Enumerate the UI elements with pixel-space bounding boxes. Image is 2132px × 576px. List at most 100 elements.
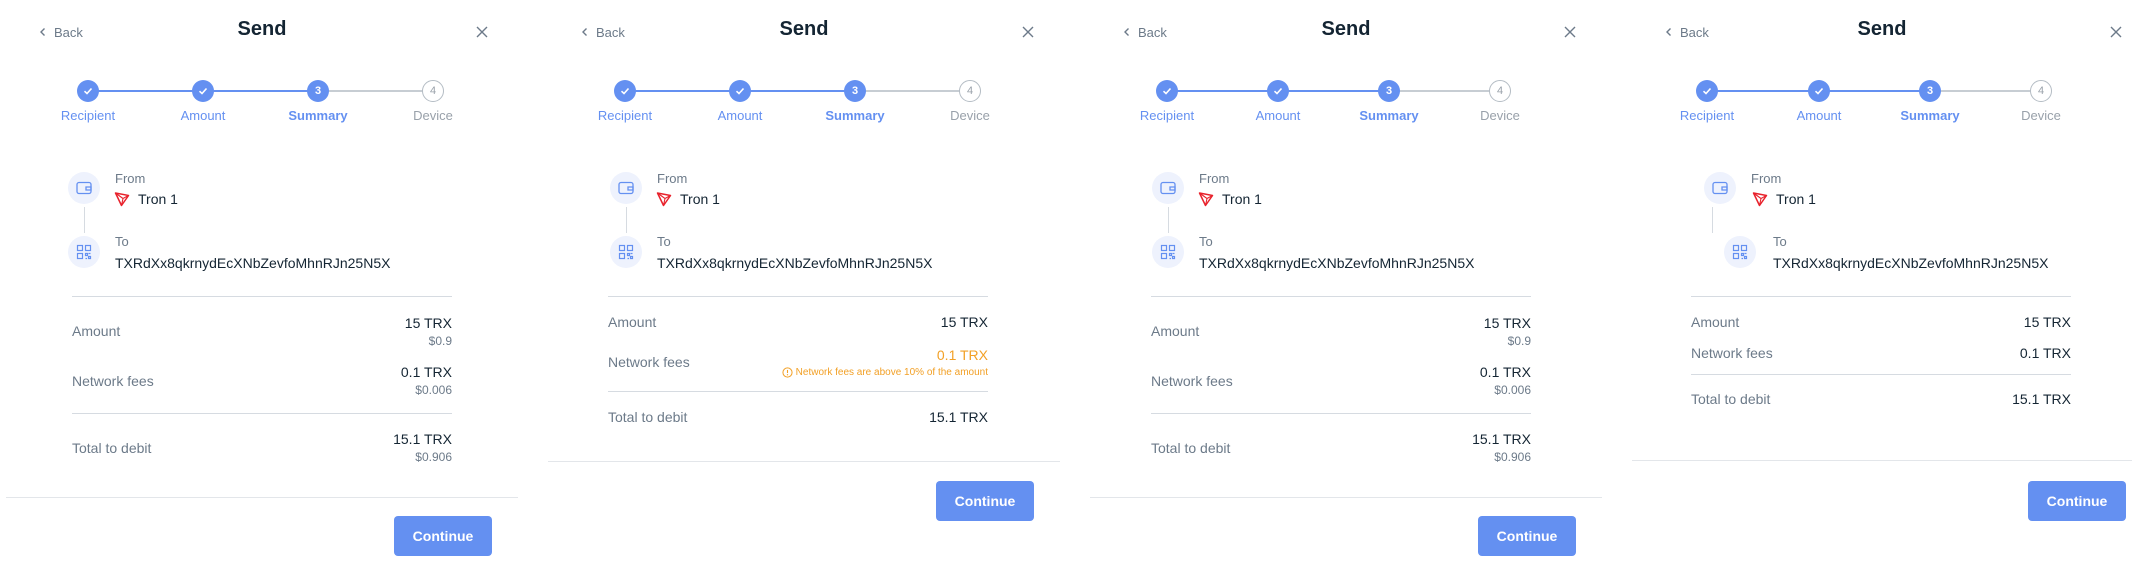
step-done-circle [1696,80,1718,102]
total-value: 15.1 TRX [929,409,988,425]
divider [72,413,452,414]
step-summary: 3 Summary [1334,78,1444,123]
total-values: 15.1 TRX [788,409,988,426]
check-icon [1273,87,1283,95]
from-account: Tron 1 [656,191,720,207]
from-label: From [1751,171,1782,186]
continue-button[interactable]: Continue [936,481,1034,521]
amount-value: 15 TRX [404,315,452,331]
network-fees-label: Network fees [72,373,154,389]
step-device: 4 Device [915,78,1025,123]
fees-value: 0.1 TRX [1479,364,1531,380]
check-icon [1814,87,1824,95]
step-amount: Amount [1764,78,1874,123]
footer-divider [6,497,518,498]
to-label: To [115,234,129,249]
recipient-address: TXRdXx8qkrnydEcXNbZevfoMhnRJn25N5X [115,255,391,271]
amount-value: 15 TRX [1483,315,1531,331]
step-done-circle [192,80,214,102]
network-fees-label: Network fees [1151,373,1233,389]
qr-code-icon [76,244,92,260]
check-icon [83,87,93,95]
stepper: Recipient Amount 3 Summary 4 Device [1632,78,2132,126]
network-fees-label: Network fees [1691,345,1773,361]
close-icon [1564,26,1576,38]
close-button[interactable] [2106,22,2126,42]
step-done-circle [1808,80,1830,102]
total-values: 15.1 TRX [1871,391,2071,408]
total-values: 15.1 TRX $0.906 [1331,431,1531,465]
footer-divider [1090,497,1602,498]
continue-button[interactable]: Continue [394,516,492,556]
warning-icon [782,367,793,378]
stepper: Recipient Amount 3 Summary 4 Device [548,78,1060,126]
fees-values: 0.1 TRX $0.006 [1331,364,1531,398]
step-label: Amount [1796,108,1842,123]
tron-logo-icon [1198,191,1214,207]
qr-code-icon [1732,244,1748,260]
qr-icon-badge [610,236,642,268]
account-name: Tron 1 [138,191,178,207]
amount-value: 15 TRX [940,314,988,330]
step-label: Summary [288,108,348,123]
continue-button[interactable]: Continue [1478,516,1576,556]
amount-values: 15 TRX $0.9 [1331,315,1531,349]
close-icon [476,26,488,38]
close-icon [1022,26,1034,38]
close-button[interactable] [1560,22,1580,42]
from-account: Tron 1 [1198,191,1262,207]
step-done-circle [729,80,751,102]
step-number: 3 [1378,80,1400,102]
wallet-icon-badge [68,172,100,204]
fees-value: 0.1 TRX [936,347,988,363]
step-number: 4 [2030,80,2052,102]
tron-logo-icon [114,191,130,207]
network-fees-label: Network fees [608,354,690,370]
step-label: Summary [1900,108,1960,123]
step-label: Recipient [597,108,653,123]
check-icon [1162,87,1172,95]
footer-divider [1632,460,2132,461]
divider [608,391,988,392]
total-values: 15.1 TRX $0.906 [252,431,452,465]
close-button[interactable] [472,22,492,42]
wallet-icon [76,181,92,195]
from-account: Tron 1 [114,191,178,207]
recipient-address: TXRdXx8qkrnydEcXNbZevfoMhnRJn25N5X [657,255,933,271]
check-icon [1702,87,1712,95]
step-summary: 3 Summary [263,78,373,123]
from-label: From [657,171,688,186]
account-name: Tron 1 [1222,191,1262,207]
check-icon [198,87,208,95]
amount-fiat: $0.9 [1507,334,1531,348]
wallet-icon-badge [1152,172,1184,204]
step-number: 4 [422,80,444,102]
send-summary-panel-1: Back Send Recipient Amount 3 Summary 4 D… [6,0,518,576]
wallet-icon [618,181,634,195]
amount-value: 15 TRX [2023,314,2071,330]
step-amount: Amount [685,78,795,123]
from-account: Tron 1 [1752,191,1816,207]
continue-button[interactable]: Continue [2028,481,2126,521]
send-summary-panel-3: Back Send Recipient Amount 3 Summary 4 D… [1090,0,1602,576]
stepper: Recipient Amount 3 Summary 4 Device [6,78,518,126]
step-number: 3 [307,80,329,102]
step-device: 4 Device [378,78,488,123]
fees-values: 0.1 TRX $0.006 [252,364,452,398]
amount-values: 15 TRX [1871,314,2071,331]
divider [1691,374,2071,375]
from-label: From [115,171,146,186]
connector-line [1712,207,1713,233]
total-label: Total to debit [72,440,152,456]
qr-code-icon [618,244,634,260]
send-summary-panel-4: Back Send Recipient Amount 3 Summary 4 D… [1632,0,2132,576]
total-value: 15.1 TRX [393,431,452,447]
close-button[interactable] [1018,22,1038,42]
fees-values-warning: 0.1 TRX Network fees are above 10% of th… [688,347,988,378]
connector-line [626,207,627,233]
step-done-circle [1267,80,1289,102]
total-fiat: $0.906 [415,450,452,464]
qr-icon-badge [1724,236,1756,268]
connector-line [84,207,85,233]
step-label: Summary [1359,108,1419,123]
